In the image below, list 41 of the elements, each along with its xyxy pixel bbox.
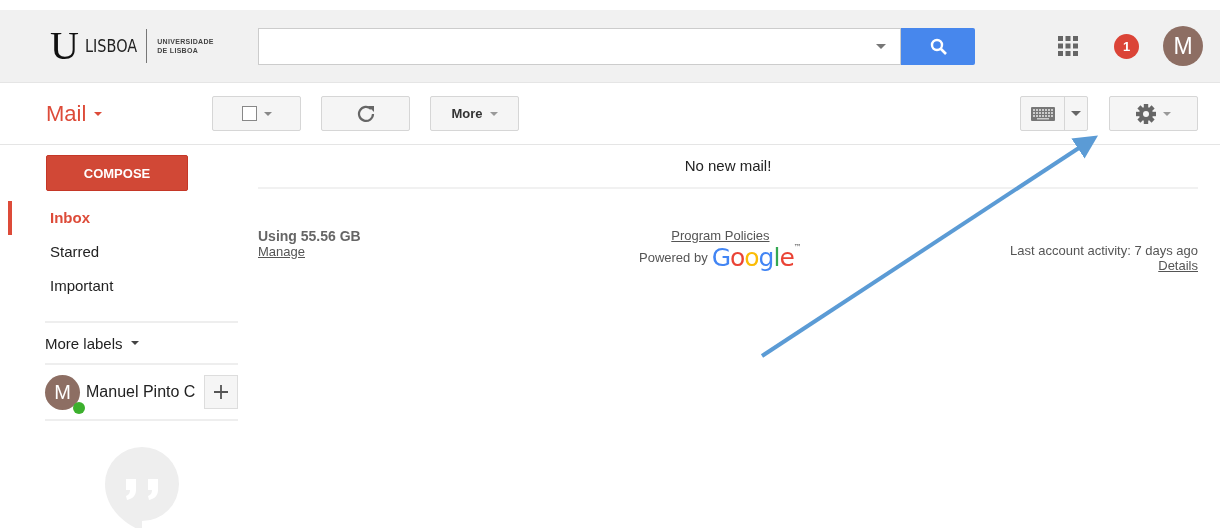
caret-icon: [1071, 111, 1081, 116]
logo-wordmark: LISBOA: [84, 36, 138, 56]
search-field[interactable]: [258, 27, 901, 65]
mail-menu[interactable]: Mail: [0, 95, 212, 132]
add-button[interactable]: [204, 375, 238, 409]
more-button[interactable]: More: [430, 96, 519, 131]
caret-icon: [263, 111, 272, 116]
storage-usage: Using 55.56 GB: [258, 228, 361, 244]
notification-badge[interactable]: 1: [1114, 33, 1139, 59]
refresh-icon: [356, 104, 375, 123]
settings-button[interactable]: [1109, 96, 1198, 131]
compose-button[interactable]: COMPOSE: [46, 155, 188, 191]
logo-mark: U: [50, 28, 79, 64]
plus-icon: [214, 385, 228, 399]
apps-grid-icon[interactable]: [1058, 36, 1078, 56]
search-icon: [929, 37, 947, 55]
account-name: Manuel Pinto C: [86, 383, 197, 401]
caret-icon: [130, 341, 139, 345]
manage-link[interactable]: Manage: [258, 244, 361, 259]
checkbox-icon: [241, 106, 257, 121]
caret-icon: [94, 111, 103, 116]
last-activity-text: Last account activity: 7 days ago: [1010, 243, 1198, 258]
select-button[interactable]: [212, 96, 301, 131]
refresh-button[interactable]: [321, 96, 410, 131]
empty-inbox-message: No new mail!: [258, 145, 1198, 189]
settings-icon: [1136, 103, 1156, 124]
user-avatar[interactable]: M: [45, 374, 80, 410]
user-avatar[interactable]: M: [1163, 26, 1203, 66]
powered-by-text: Powered by: [639, 250, 708, 265]
sidebar-item[interactable]: Starred: [8, 235, 238, 269]
caret-icon[interactable]: [876, 43, 886, 49]
sidebar-item[interactable]: Important: [8, 269, 238, 303]
search-button[interactable]: [901, 27, 975, 65]
details-link[interactable]: Details: [1158, 258, 1198, 273]
caret-icon: [489, 111, 498, 116]
google-logo: Google$^{™}$: [711, 243, 802, 272]
keyboard-icon: [1030, 106, 1055, 121]
program-policies-link[interactable]: Program Policies: [671, 228, 770, 243]
caret-icon: [1163, 111, 1171, 116]
more-labels-link[interactable]: More labels: [45, 321, 238, 365]
sidebar-item[interactable]: Inbox: [8, 201, 238, 235]
